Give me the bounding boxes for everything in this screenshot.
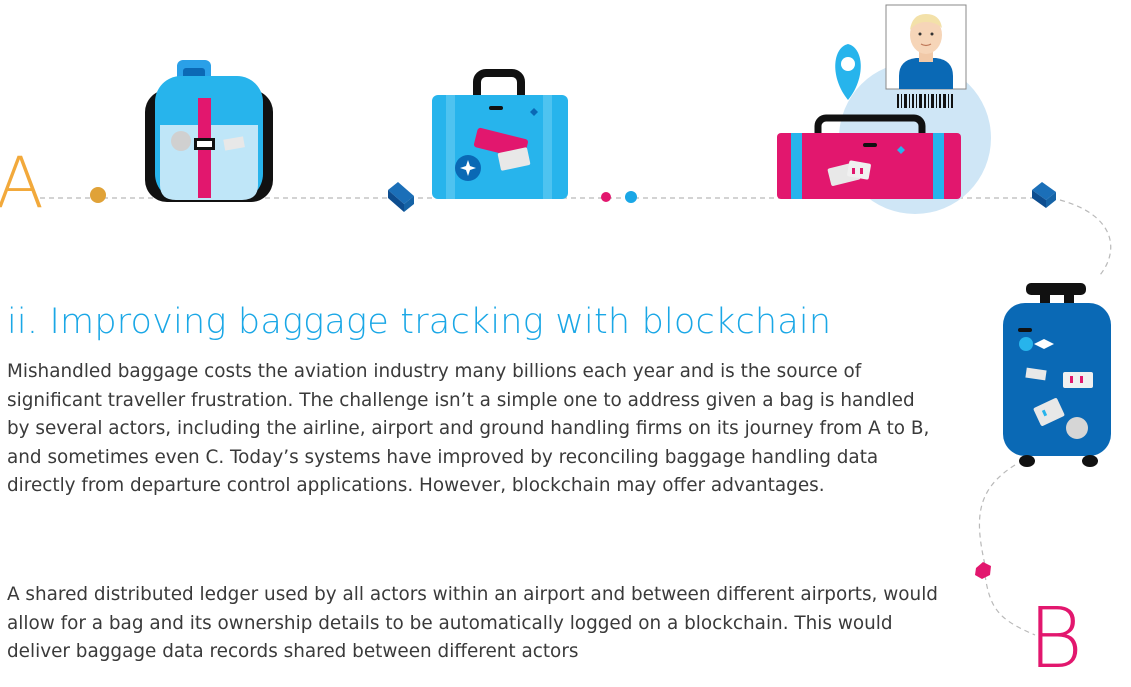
start-letter-a: A bbox=[0, 142, 44, 224]
body-paragraph-1: Mishandled baggage costs the aviation in… bbox=[7, 361, 930, 496]
blue-cube-marker-2 bbox=[1032, 182, 1056, 208]
pink-suitcase-group bbox=[777, 4, 991, 214]
blue-cube-marker bbox=[388, 182, 414, 212]
blue-suitcase-icon bbox=[432, 69, 568, 199]
backpack-icon bbox=[145, 60, 273, 202]
blue-dot-marker bbox=[625, 191, 637, 203]
body-paragraph-2: A shared distributed ledger used by all … bbox=[7, 584, 938, 662]
barcode-icon bbox=[897, 94, 953, 108]
baggage-journey-page: A B ii. Improving baggage tracking with … bbox=[0, 0, 1131, 684]
pink-hex-marker bbox=[975, 562, 991, 579]
trolley-suitcase-icon bbox=[1003, 283, 1111, 467]
passenger-photo-icon bbox=[885, 4, 967, 90]
end-letter-b: B bbox=[1028, 589, 1084, 687]
section-heading: ii. Improving baggage tracking with bloc… bbox=[7, 302, 832, 342]
pink-dot-marker bbox=[601, 192, 611, 202]
orange-dot-marker bbox=[90, 187, 106, 203]
